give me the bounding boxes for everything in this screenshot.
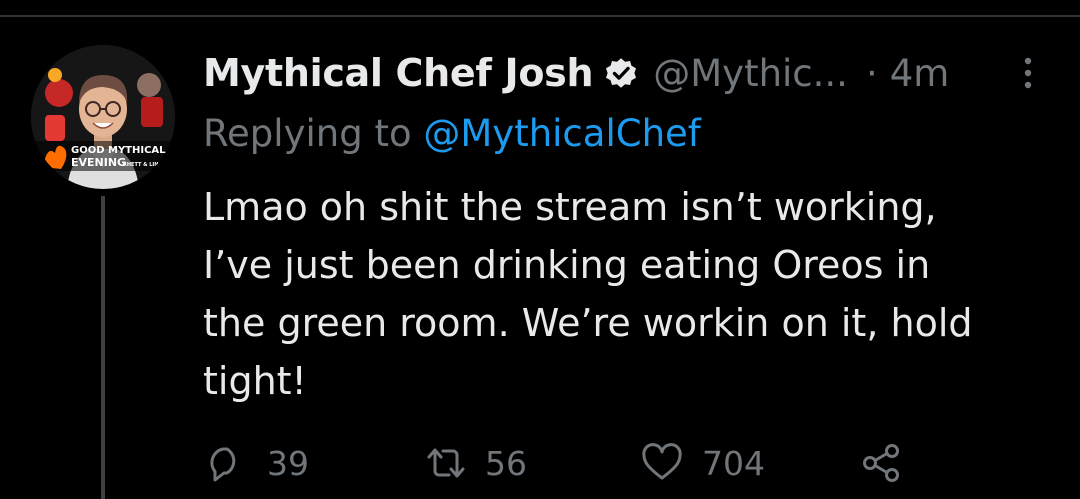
verified-badge-icon — [603, 55, 639, 91]
retweet-icon — [423, 443, 469, 483]
tweet-text: Lmao oh shit the stream isn’t working, I… — [203, 185, 973, 403]
retweet-count: 56 — [485, 443, 527, 483]
replying-to-line: Replying to @MythicalChef — [203, 112, 701, 155]
heart-icon — [640, 443, 684, 483]
tweet-header: Mythical Chef Josh @Mythic... · 4m — [203, 48, 949, 98]
tweet-timestamp[interactable]: 4m — [890, 52, 950, 95]
reply-count: 39 — [267, 443, 309, 483]
author-handle[interactable]: @Mythic... — [653, 52, 848, 95]
top-divider — [0, 15, 1080, 17]
share-button[interactable] — [861, 440, 903, 486]
header-separator: · — [865, 51, 878, 95]
avatar-logo-bottom: EVENING — [71, 156, 126, 169]
avatar-image: GOOD MYTHICAL EVENING RHETT & LINK — [31, 45, 175, 189]
more-vertical-icon[interactable] — [1016, 55, 1040, 91]
thread-connector-line — [101, 196, 105, 499]
avatar[interactable]: GOOD MYTHICAL EVENING RHETT & LINK — [31, 45, 175, 189]
avatar-logo-top: GOOD MYTHICAL — [71, 145, 166, 156]
reply-button[interactable]: 39 — [205, 440, 309, 486]
like-count: 704 — [702, 443, 765, 483]
avatar-logo-side: RHETT & LINK — [123, 162, 163, 168]
share-icon — [861, 442, 903, 484]
like-button[interactable]: 704 — [640, 440, 765, 486]
replying-to-label: Replying to — [203, 112, 412, 155]
reply-icon — [205, 443, 245, 483]
retweet-button[interactable]: 56 — [423, 440, 527, 486]
author-display-name[interactable]: Mythical Chef Josh — [203, 51, 594, 95]
replying-to-mention[interactable]: @MythicalChef — [423, 112, 700, 155]
